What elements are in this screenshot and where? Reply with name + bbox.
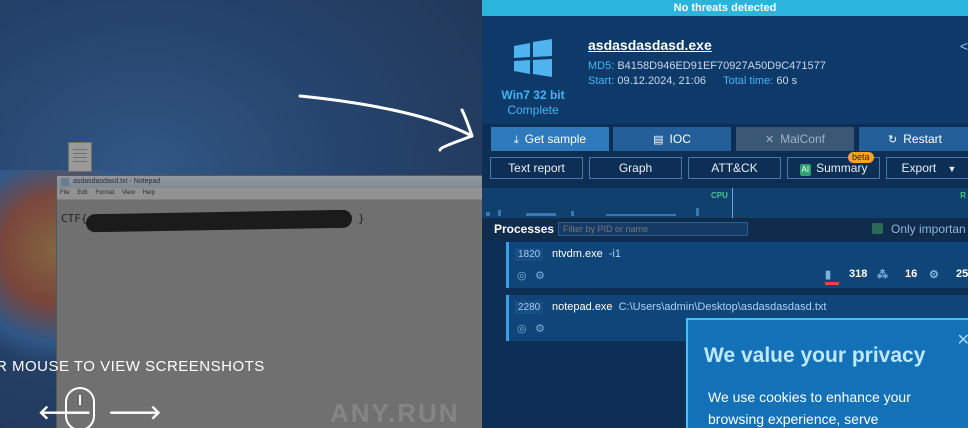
beta-badge: beta [848,152,874,163]
cpu-graph [486,208,726,216]
attck-label: ATT&CK [711,161,758,175]
process-name: notepad.exe C:\Users\admin\Desktop\asdasd… [552,301,826,313]
processes-header: Processes Only importan [482,218,968,240]
total-time-value: 60 s [776,75,798,87]
get-sample-label: Get sample [524,132,587,146]
malconf-button[interactable]: ✕ MalConf [736,127,854,151]
get-sample-button[interactable]: ⤓ Get sample [491,127,609,151]
total-time-label: Total time: [723,75,774,87]
registry-icon: ⚙ [929,269,939,281]
process-args: C:\Users\admin\Desktop\asdasdasdasd.txt [618,301,827,313]
ioc-button[interactable]: ▤ IOC [613,127,731,151]
export-button[interactable]: Export ▼ [886,157,968,179]
process-args: -i1 [608,248,621,260]
graph-button[interactable]: Graph [589,157,682,179]
cpu-label: CPU [711,191,728,200]
restart-label: Restart [903,132,942,146]
modules-icon: ⁂ [877,269,888,281]
process-filter-input[interactable] [558,222,748,236]
process-name: ntvdm.exe -i1 [552,248,621,260]
privacy-dialog: ✕ We value your privacy We use cookies t… [686,318,968,428]
attck-button[interactable]: ATT&CK [688,157,781,179]
only-important-toggle[interactable]: Only importan [872,222,966,236]
process-row[interactable]: 1820 ntvdm.exe -i1 ◎ ⚙ ▮ 318 ⁂ 16 ⚙ 25 [506,242,968,288]
process-exe: ntvdm.exe [552,248,603,260]
text-report-label: Text report [508,161,565,175]
os-status: Complete [507,103,559,117]
mouse-icon [65,387,95,428]
module-count: 16 [905,268,918,280]
file-icon: ▮ [825,269,832,281]
privacy-text: We use cookies to enhance your browsing … [708,389,911,427]
gears-icon: ⚙ [535,270,545,282]
graph-label: Graph [618,161,653,175]
restart-button[interactable]: ↻ Restart [859,127,968,151]
md5-row: MD5: B4158D946ED91EF70927A50D9C471577 [588,60,826,72]
chevron-down-icon: ▼ [947,164,957,174]
summary-label: Summary [816,161,868,175]
watermark: ANY.RUN [330,398,460,428]
resource-monitor: CPU R [482,188,968,218]
md5-label: MD5: [588,60,615,72]
refresh-icon: ↻ [888,134,898,146]
network-icon: ◎ [517,323,527,335]
only-important-checkbox[interactable] [872,223,883,234]
start-value: 09.12.2024, 21:06 [617,75,707,87]
text-report-button[interactable]: Text report [490,157,583,179]
analysis-panel: No threats detected Win7 32 bit Complete… [482,0,968,428]
ai-badge: AI [799,164,812,176]
os-name: Win7 32 bit [501,88,565,102]
process-pid: 1820 [515,248,544,261]
ram-label: R [960,191,966,200]
only-important-label: Only importan [891,222,966,236]
ioc-label: IOC [669,132,691,146]
md5-value: B4158D946ED91EF70927A50D9C471577 [617,60,826,72]
threat-status-banner: No threats detected [482,0,968,16]
share-icon[interactable]: < [960,38,968,54]
process-exe: notepad.exe [552,301,613,313]
start-label: Start: [588,75,615,87]
processes-title: Processes [494,222,555,236]
file-activity-bar [825,282,839,285]
list-icon: ▤ [653,134,664,146]
sample-filename[interactable]: asdasdasdasd.exe [588,37,712,53]
privacy-title: We value your privacy [704,344,926,367]
registry-count: 25 [956,268,968,280]
windows-logo-icon [514,39,552,77]
task-info: Win7 32 bit Complete asdasdasdasd.exe MD… [482,16,968,124]
hand-drawn-arrow [298,94,474,152]
process-pid: 2280 [515,301,544,314]
tools-icon: ✕ [765,134,775,146]
gears-icon: ⚙ [535,323,545,335]
export-label: Export [901,161,937,175]
time-row: Start: 09.12.2024, 21:06 Total time: 60 … [588,75,797,87]
cpu-timeline-marker [732,188,733,218]
file-count: 318 [849,268,868,280]
next-screenshot-arrow-icon[interactable]: 🡒 [108,400,162,425]
hover-hint: R MOUSE TO VIEW SCREENSHOTS [0,358,265,375]
close-icon[interactable]: ✕ [957,330,968,350]
malconf-label: MalConf [780,132,825,146]
network-icon: ◎ [517,270,527,282]
download-icon: ⤓ [513,134,519,146]
screenshot-preview[interactable]: asdasdasdasd.txt - Notepad File Edit For… [0,0,482,428]
